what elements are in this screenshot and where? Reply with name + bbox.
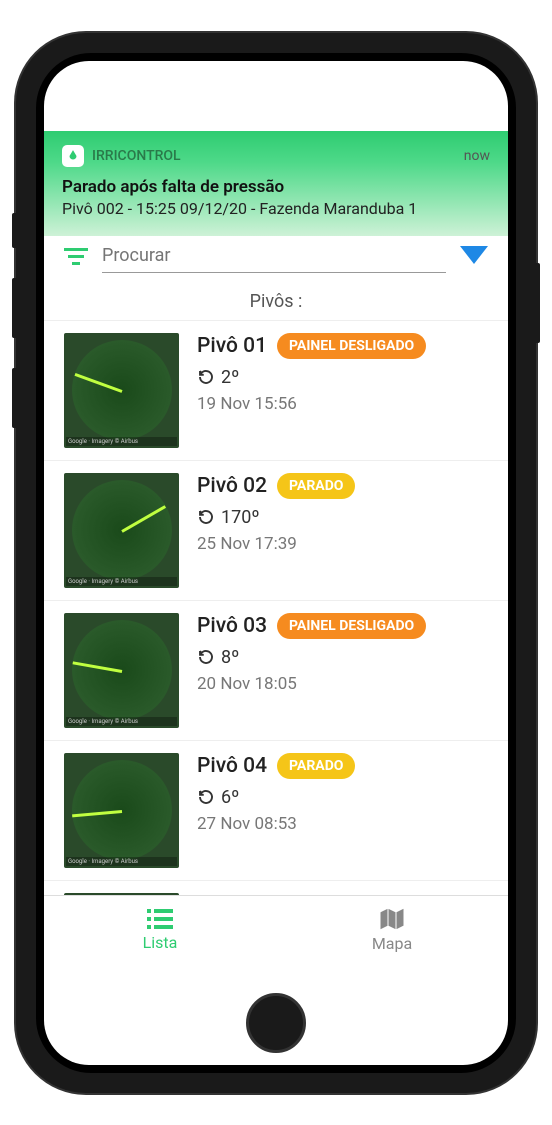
list-icon [147, 909, 173, 929]
pivot-thumbnail: Google · Imagery © Airbus [64, 333, 179, 448]
tab-list[interactable]: Lista [44, 896, 276, 965]
map-icon [380, 908, 404, 930]
status-badge: PARADO [277, 753, 355, 779]
pivot-thumbnail: Google · Imagery © Airbus [64, 753, 179, 868]
pivot-item[interactable]: Google · Imagery © Airbus Pivô 02 PARADO… [44, 461, 508, 601]
pivot-timestamp: 19 Nov 15:56 [197, 394, 488, 414]
search-input[interactable] [102, 239, 446, 273]
status-badge: PARADO [277, 473, 355, 499]
pivot-name: Pivô 04 [197, 754, 267, 778]
phone-frame: IRRICONTROL now Parado após falta de pre… [16, 33, 536, 1093]
rotation-icon [197, 788, 215, 806]
notification-body: Pivô 002 - 15:25 09/12/20 - Fazenda Mara… [62, 199, 490, 218]
rotation-icon [197, 648, 215, 666]
rotation-icon [197, 368, 215, 386]
status-badge: PAINEL DESLIGADO [277, 613, 426, 639]
bottom-tabs: Lista Mapa [44, 895, 508, 965]
pivot-angle: 170º [221, 507, 260, 528]
tab-map[interactable]: Mapa [276, 896, 508, 965]
pivot-timestamp: 25 Nov 17:39 [197, 534, 488, 554]
pivot-timestamp: 20 Nov 18:05 [197, 674, 488, 694]
pivot-angle: 8º [221, 647, 239, 668]
pivot-list: Google · Imagery © Airbus Pivô 01 PAINEL… [44, 321, 508, 921]
rotation-icon [197, 508, 215, 526]
pivot-item[interactable]: Google · Imagery © Airbus Pivô 01 PAINEL… [44, 321, 508, 461]
pivot-item[interactable]: Google · Imagery © Airbus Pivô 03 PAINEL… [44, 601, 508, 741]
notification-title: Parado após falta de pressão [62, 177, 490, 197]
pivot-thumbnail: Google · Imagery © Airbus [64, 613, 179, 728]
status-badge: PAINEL DESLIGADO [277, 333, 426, 359]
dropdown-icon[interactable] [460, 246, 488, 266]
pivot-item[interactable]: Google · Imagery © Airbus Pivô 04 PARADO… [44, 741, 508, 881]
tab-label: Mapa [372, 934, 412, 953]
app-icon [62, 145, 84, 167]
pivot-timestamp: 27 Nov 08:53 [197, 814, 488, 834]
notification-app-name: IRRICONTROL [92, 148, 464, 164]
home-button[interactable] [246, 993, 306, 1053]
section-label: Pivôs : [44, 283, 508, 321]
pivot-name: Pivô 01 [197, 334, 267, 358]
pivot-angle: 2º [221, 367, 239, 388]
pivot-name: Pivô 02 [197, 474, 267, 498]
notification-time: now [464, 148, 490, 164]
pivot-thumbnail: Google · Imagery © Airbus [64, 473, 179, 588]
tab-label: Lista [143, 933, 178, 952]
pivot-name: Pivô 03 [197, 614, 267, 638]
pivot-angle: 6º [221, 787, 239, 808]
filter-icon[interactable] [64, 246, 88, 266]
notification-banner[interactable]: IRRICONTROL now Parado após falta de pre… [44, 131, 508, 236]
